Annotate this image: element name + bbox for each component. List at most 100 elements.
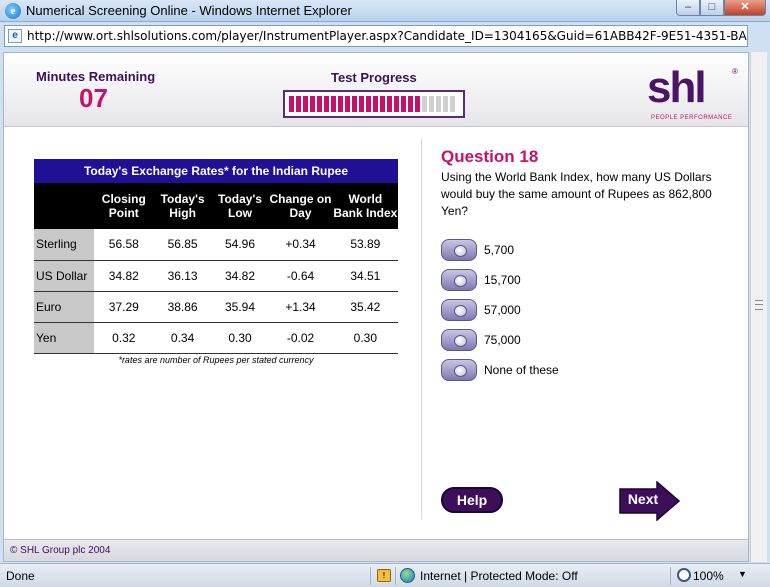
progress-segment [331, 96, 336, 112]
table-cell: 37.29 [94, 291, 154, 323]
table-cell: 34.82 [211, 260, 269, 292]
table-cell: 0.32 [94, 322, 154, 354]
progress-segment [310, 96, 315, 112]
close-button[interactable]: ✕ [724, 0, 766, 16]
question-title: Question 18 [441, 147, 539, 166]
scrollbar-grip-icon[interactable] [755, 300, 763, 310]
table-cell: 34.51 [332, 260, 398, 292]
url-text[interactable]: http://www.ort.shlsolutions.com/player/I… [27, 29, 747, 43]
table-cell: 56.58 [94, 229, 154, 261]
status-text: Done [6, 569, 35, 583]
address-field[interactable]: e http://www.ort.shlsolutions.com/player… [4, 25, 748, 47]
answer-label[interactable]: None of these [484, 363, 559, 377]
row-name: US Dollar [34, 260, 94, 292]
progress-segment [352, 96, 357, 112]
internet-zone-icon [400, 568, 415, 583]
page-icon: e [8, 29, 22, 43]
progress-segment [415, 96, 420, 112]
radio-button[interactable] [441, 329, 477, 351]
table-cell: -0.64 [268, 260, 333, 292]
progress-segment [394, 96, 399, 112]
zoom-level[interactable]: 100% [693, 569, 724, 583]
progress-segment [380, 96, 385, 112]
table-row: Sterling 56.58 56.85 54.96 +0.34 53.89 [34, 229, 398, 261]
table-cell: 53.89 [332, 229, 398, 261]
row-name: Sterling [34, 229, 94, 261]
test-progress-bar [283, 90, 465, 118]
logo-registered-mark: ® [732, 67, 738, 76]
radio-button[interactable] [441, 359, 477, 381]
radio-button[interactable] [441, 299, 477, 321]
next-label[interactable]: Next [621, 491, 665, 507]
internet-explorer-icon: e [5, 3, 21, 19]
maximize-button[interactable]: □ [700, 0, 724, 16]
table-header-cell: Today's High [153, 183, 212, 229]
window-title: Numerical Screening Online - Windows Int… [26, 3, 352, 18]
progress-segment [338, 96, 343, 112]
progress-segment [401, 96, 406, 112]
next-button[interactable]: Next [619, 481, 681, 521]
statusbar-separator [370, 567, 371, 585]
progress-segment [345, 96, 350, 112]
answer-label[interactable]: 57,000 [484, 303, 521, 317]
answer-option[interactable]: 75,000 [441, 329, 691, 353]
progress-segment [317, 96, 322, 112]
help-button[interactable]: Help [441, 487, 503, 513]
answer-option[interactable]: 5,700 [441, 239, 691, 263]
table-footnote: *rates are number of Rupees per stated c… [118, 355, 314, 365]
table-header-cell [34, 183, 94, 229]
minutes-remaining-value: 07 [79, 83, 108, 113]
answer-label[interactable]: 15,700 [484, 273, 521, 287]
test-header: Minutes Remaining 07 Test Progress shl ®… [4, 53, 748, 127]
progress-segment [373, 96, 378, 112]
page-content: Minutes Remaining 07 Test Progress shl ®… [3, 52, 749, 562]
table-cell: 0.30 [332, 322, 398, 354]
progress-segment [450, 96, 455, 112]
minutes-remaining-label: Minutes Remaining [36, 69, 156, 84]
status-bar: Done ! Internet | Protected Mode: Off 10… [0, 563, 770, 587]
logo-text: shl [647, 63, 707, 112]
table-row: US Dollar 34.82 36.13 34.82 -0.64 34.51 [34, 260, 398, 292]
test-progress-label: Test Progress [331, 70, 417, 85]
table-cell: 0.34 [153, 322, 212, 354]
table-row: Euro 37.29 38.86 35.94 +1.34 35.42 [34, 291, 398, 323]
table-cell: 35.94 [211, 291, 269, 323]
table-header-cell: Change on Day [268, 183, 333, 229]
logo-tagline: PEOPLE PERFORMANCE [651, 115, 733, 121]
table-header-cell: Today's Low [211, 183, 269, 229]
table-cell: 36.13 [153, 260, 212, 292]
copyright-text: © SHL Group plc 2004 [10, 545, 111, 556]
table-header-row: Closing Point Today's High Today's Low C… [34, 183, 398, 229]
shl-logo: shl ® PEOPLE PERFORMANCE [647, 63, 743, 125]
progress-segment [422, 96, 427, 112]
table-cell: 0.30 [211, 322, 269, 354]
answer-option[interactable]: None of these [441, 359, 691, 383]
radio-button[interactable] [441, 269, 477, 291]
table-cell: 54.96 [211, 229, 269, 261]
answer-option[interactable]: 15,700 [441, 269, 691, 293]
progress-segment [436, 96, 441, 112]
zoom-icon[interactable] [677, 568, 691, 582]
radio-button[interactable] [441, 239, 477, 261]
progress-segment [429, 96, 434, 112]
window-titlebar: e Numerical Screening Online - Windows I… [0, 0, 770, 22]
security-zone-text[interactable]: Internet | Protected Mode: Off [420, 569, 578, 583]
table-title: Today's Exchange Rates* for the Indian R… [34, 159, 398, 183]
minimize-button[interactable]: – [676, 0, 700, 16]
answer-label[interactable]: 75,000 [484, 333, 521, 347]
answer-option[interactable]: 57,000 [441, 299, 691, 323]
section-divider [421, 139, 422, 519]
address-bar: e http://www.ort.shlsolutions.com/player… [0, 22, 770, 50]
row-name: Euro [34, 291, 94, 323]
table-header-cell: World Bank Index [332, 183, 398, 229]
table-cell: 34.82 [94, 260, 154, 292]
table-cell: 35.42 [332, 291, 398, 323]
vertical-scrollbar[interactable] [750, 52, 767, 562]
table-cell: -0.02 [268, 322, 333, 354]
progress-segments [289, 96, 459, 112]
zoom-dropdown-icon[interactable]: ▼ [738, 569, 747, 579]
answer-label[interactable]: 5,700 [484, 243, 514, 257]
security-warning-icon[interactable]: ! [377, 569, 391, 582]
progress-segment [359, 96, 364, 112]
progress-segment [303, 96, 308, 112]
